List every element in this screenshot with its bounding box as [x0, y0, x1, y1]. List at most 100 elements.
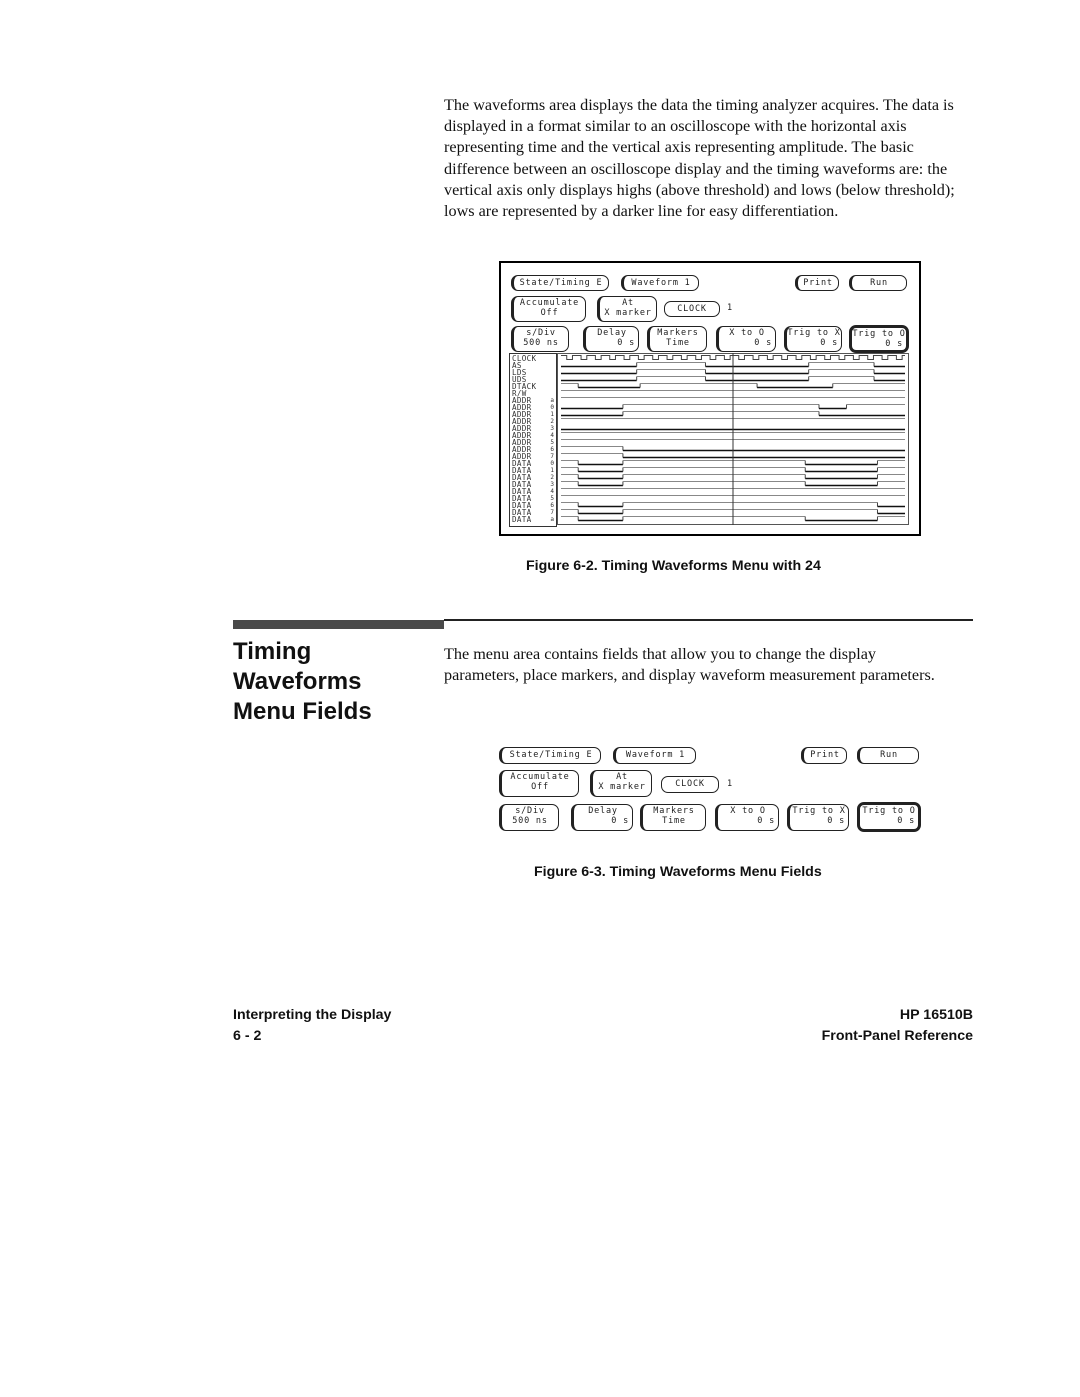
footer-left: Interpreting the Display 6 - 2 [233, 1005, 391, 1047]
waveform-label: Waveform 1 [625, 750, 686, 760]
clock-button[interactable]: CLOCK [664, 301, 720, 317]
sdiv-label: s/Div [515, 806, 545, 816]
sdiv-button[interactable]: s/Div 500 ns [499, 804, 559, 831]
at-label: At [622, 298, 634, 308]
waveform-label-index: 2 [550, 418, 554, 425]
markers-value: Time [666, 338, 690, 348]
run-button[interactable]: Run [849, 275, 907, 291]
delay-label: Delay [597, 328, 627, 338]
delay-button[interactable]: Delay 0 s [571, 804, 633, 831]
waveform-label: Waveform 1 [631, 278, 691, 288]
trig-to-x-button[interactable]: Trig to X 0 s [784, 326, 842, 352]
trig-to-o-label: Trig to O [852, 329, 906, 339]
chapter-title: Interpreting the Display [233, 1007, 392, 1023]
state-timing-label: State/Timing E [519, 278, 603, 288]
menu-fields-screen: State/Timing E Waveform 1 Print Run Accu… [497, 742, 922, 834]
clock-label: CLOCK [675, 779, 705, 789]
at-label: At [616, 772, 628, 782]
at-button[interactable]: At X marker [590, 770, 652, 797]
waveform-label-column: CLOCK AS LDS UDS DTACK R/W ADDR a ADDR 0 ADDR 1 ADDR… [509, 353, 557, 527]
markers-label: Markers [653, 806, 695, 816]
markers-value: Time [662, 816, 686, 826]
trig-to-x-label: Trig to X [787, 328, 841, 338]
x-to-o-label: X to O [730, 806, 766, 816]
markers-button[interactable]: Markers Time [647, 326, 707, 352]
state-timing-label: State/Timing E [509, 750, 593, 760]
section-body: The menu area contains fields that allow… [444, 645, 935, 685]
accumulate-button[interactable]: Accumulate Off [499, 770, 579, 797]
section-rule-thick [233, 620, 444, 629]
product-name: HP 16510B [899, 1007, 973, 1023]
state-timing-button[interactable]: State/Timing E [499, 747, 601, 764]
waveform-label-index: 7 [550, 453, 554, 460]
waveform-label-index: 6 [550, 446, 554, 453]
waveform-label-index: 7 [550, 509, 554, 516]
waveform-label-index: a [550, 397, 554, 404]
clock-label: CLOCK [677, 304, 707, 314]
trig-to-x-value: 0 s [827, 816, 845, 826]
waveform-label-index: a [550, 516, 554, 523]
print-label: Print [810, 750, 840, 760]
intro-paragraph: The waveforms area displays the data the… [444, 96, 955, 221]
accumulate-label: Accumulate [519, 298, 580, 308]
clock-value: 1 [727, 303, 733, 313]
trig-to-o-button[interactable]: Trig to O 0 s [857, 802, 921, 832]
section-rule-thin [444, 619, 973, 621]
at-button[interactable]: At X marker [597, 296, 657, 322]
waveform-label[interactable]: DATA [512, 516, 532, 524]
print-button[interactable]: Print [801, 747, 847, 764]
waveform-label-index: 1 [550, 411, 554, 418]
accumulate-value: Off [531, 782, 549, 792]
markers-button[interactable]: Markers Time [640, 804, 706, 831]
trig-to-x-label: Trig to X [792, 806, 846, 816]
trig-to-o-button[interactable]: Trig to O 0 s [849, 325, 909, 353]
trig-to-x-button[interactable]: Trig to X 0 s [787, 804, 849, 831]
trig-to-o-value: 0 s [885, 339, 903, 349]
figure-caption-6-3: Figure 6-3. Timing Waveforms Menu Fields [534, 864, 822, 880]
waveform-label-index: 0 [550, 404, 554, 411]
trig-to-o-value: 0 s [897, 816, 915, 826]
waveform-traces [557, 353, 909, 525]
waveform-label-index: 0 [550, 460, 554, 467]
section-title-line: Waveforms [233, 668, 362, 695]
accumulate-button[interactable]: Accumulate Off [511, 296, 586, 322]
section-title-line: Menu Fields [233, 698, 372, 725]
sdiv-button[interactable]: s/Div 500 ns [511, 326, 569, 352]
waveform-label-index: 2 [550, 474, 554, 481]
footer-right: HP 16510B Front-Panel Reference [822, 1005, 973, 1047]
print-button[interactable]: Print [795, 275, 839, 291]
at-value: X marker [604, 308, 652, 318]
state-timing-button[interactable]: State/Timing E [511, 275, 609, 291]
waveform-label-index: 6 [550, 502, 554, 509]
sdiv-value: 500 ns [523, 338, 559, 348]
clock-value: 1 [727, 779, 733, 789]
accumulate-label: Accumulate [510, 772, 570, 782]
x-to-o-label: X to O [729, 328, 765, 338]
accumulate-value: Off [540, 308, 559, 318]
waveform-label-index: 4 [550, 432, 554, 439]
waveform-button[interactable]: Waveform 1 [621, 275, 699, 291]
delay-value: 0 s [611, 816, 629, 826]
figure-caption-6-2: Figure 6-2. Timing Waveforms Menu with 2… [526, 558, 821, 574]
sdiv-label: s/Div [526, 328, 556, 338]
waveform-label-index: 3 [550, 481, 554, 488]
delay-value: 0 s [617, 338, 635, 348]
waveform-label-index: 4 [550, 488, 554, 495]
run-button[interactable]: Run [857, 747, 919, 764]
clock-button[interactable]: CLOCK [661, 776, 719, 793]
timing-waveforms-screen: State/Timing E Waveform 1 Print Run Accu… [499, 261, 921, 536]
waveform-button[interactable]: Waveform 1 [613, 747, 696, 764]
x-to-o-value: 0 s [757, 816, 775, 826]
x-to-o-button[interactable]: X to O 0 s [715, 804, 779, 831]
delay-button[interactable]: Delay 0 s [583, 326, 639, 352]
manual-title: Front-Panel Reference [821, 1028, 973, 1044]
section-title-line: Timing [233, 638, 312, 665]
at-value: X marker [598, 782, 646, 792]
waveforms-area: CLOCK AS LDS UDS DTACK R/W ADDR a ADDR 0 ADDR 1 ADDR… [509, 353, 909, 527]
x-to-o-button[interactable]: X to O 0 s [716, 326, 776, 352]
trig-to-o-label: Trig to O [862, 806, 916, 816]
x-to-o-value: 0 s [754, 338, 772, 348]
delay-label: Delay [588, 806, 618, 816]
trig-to-x-value: 0 s [820, 338, 838, 348]
waveform-label-index: 1 [550, 467, 554, 474]
